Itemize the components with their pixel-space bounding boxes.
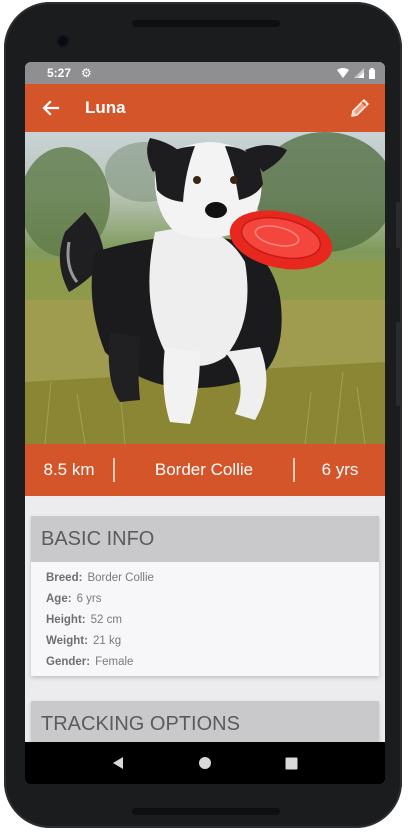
triangle-back-icon	[113, 757, 124, 769]
signal-icon	[354, 68, 364, 78]
back-button[interactable]	[39, 96, 63, 120]
phone-frame: 5:27 ⚙ Luna 8.5 km Border Collie 6 yrs B…	[4, 2, 402, 828]
pencil-icon	[351, 99, 369, 117]
dog-with-frisbee-image	[25, 132, 385, 444]
distance-value: 8.5 km	[43, 460, 95, 479]
status-time: 5:27	[47, 66, 72, 80]
app-bar: Luna	[25, 84, 385, 132]
settings-gear-icon: ⚙	[81, 66, 92, 80]
nav-recents-button[interactable]	[277, 748, 307, 778]
info-value: 21 kg	[92, 634, 122, 647]
bottom-speaker	[132, 808, 280, 815]
details-content[interactable]: BASIC INFO Breed: Border Collie Age: 6 y…	[25, 496, 385, 761]
info-value: Border Collie	[87, 571, 154, 584]
pet-summary-bar: 8.5 km Border Collie 6 yrs	[25, 444, 385, 496]
age-value: 6 yrs	[321, 460, 359, 479]
info-row-age: Age: 6 yrs	[31, 588, 379, 609]
volume-button	[396, 202, 402, 248]
wifi-icon	[337, 68, 349, 78]
nav-home-button[interactable]	[190, 748, 220, 778]
info-row-weight: Weight: 21 kg	[31, 630, 379, 651]
nav-back-button[interactable]	[103, 748, 133, 778]
info-row-gender: Gender: Female	[31, 651, 379, 672]
info-label: Breed:	[46, 571, 83, 584]
power-button	[396, 322, 402, 406]
system-nav-bar	[25, 742, 385, 784]
info-value: Female	[95, 655, 134, 668]
battery-icon	[369, 67, 375, 79]
pet-name-title: Luna	[85, 98, 126, 117]
app-screen: 5:27 ⚙ Luna 8.5 km Border Collie 6 yrs B…	[25, 62, 385, 784]
circle-home-icon	[198, 757, 211, 769]
info-label: Age:	[46, 592, 72, 605]
tracking-options-title: TRACKING OPTIONS	[31, 701, 379, 747]
edit-button[interactable]	[347, 95, 373, 121]
info-label: Gender:	[46, 655, 91, 668]
front-camera	[58, 36, 68, 46]
earpiece	[132, 20, 280, 27]
square-recents-icon	[285, 757, 298, 769]
basic-info-card: BASIC INFO Breed: Border Collie Age: 6 y…	[31, 516, 379, 676]
info-value: 52 cm	[90, 613, 122, 626]
info-row-breed: Breed: Border Collie	[31, 567, 379, 588]
info-label: Weight:	[46, 634, 88, 647]
breed-value: Border Collie	[154, 460, 254, 479]
info-value: 6 yrs	[76, 592, 102, 605]
status-bar: 5:27 ⚙	[25, 62, 385, 84]
pet-photo	[25, 132, 385, 444]
info-label: Height:	[46, 613, 86, 626]
arrow-left-icon	[42, 100, 60, 116]
info-row-height: Height: 52 cm	[31, 609, 379, 630]
basic-info-title: BASIC INFO	[31, 516, 379, 562]
